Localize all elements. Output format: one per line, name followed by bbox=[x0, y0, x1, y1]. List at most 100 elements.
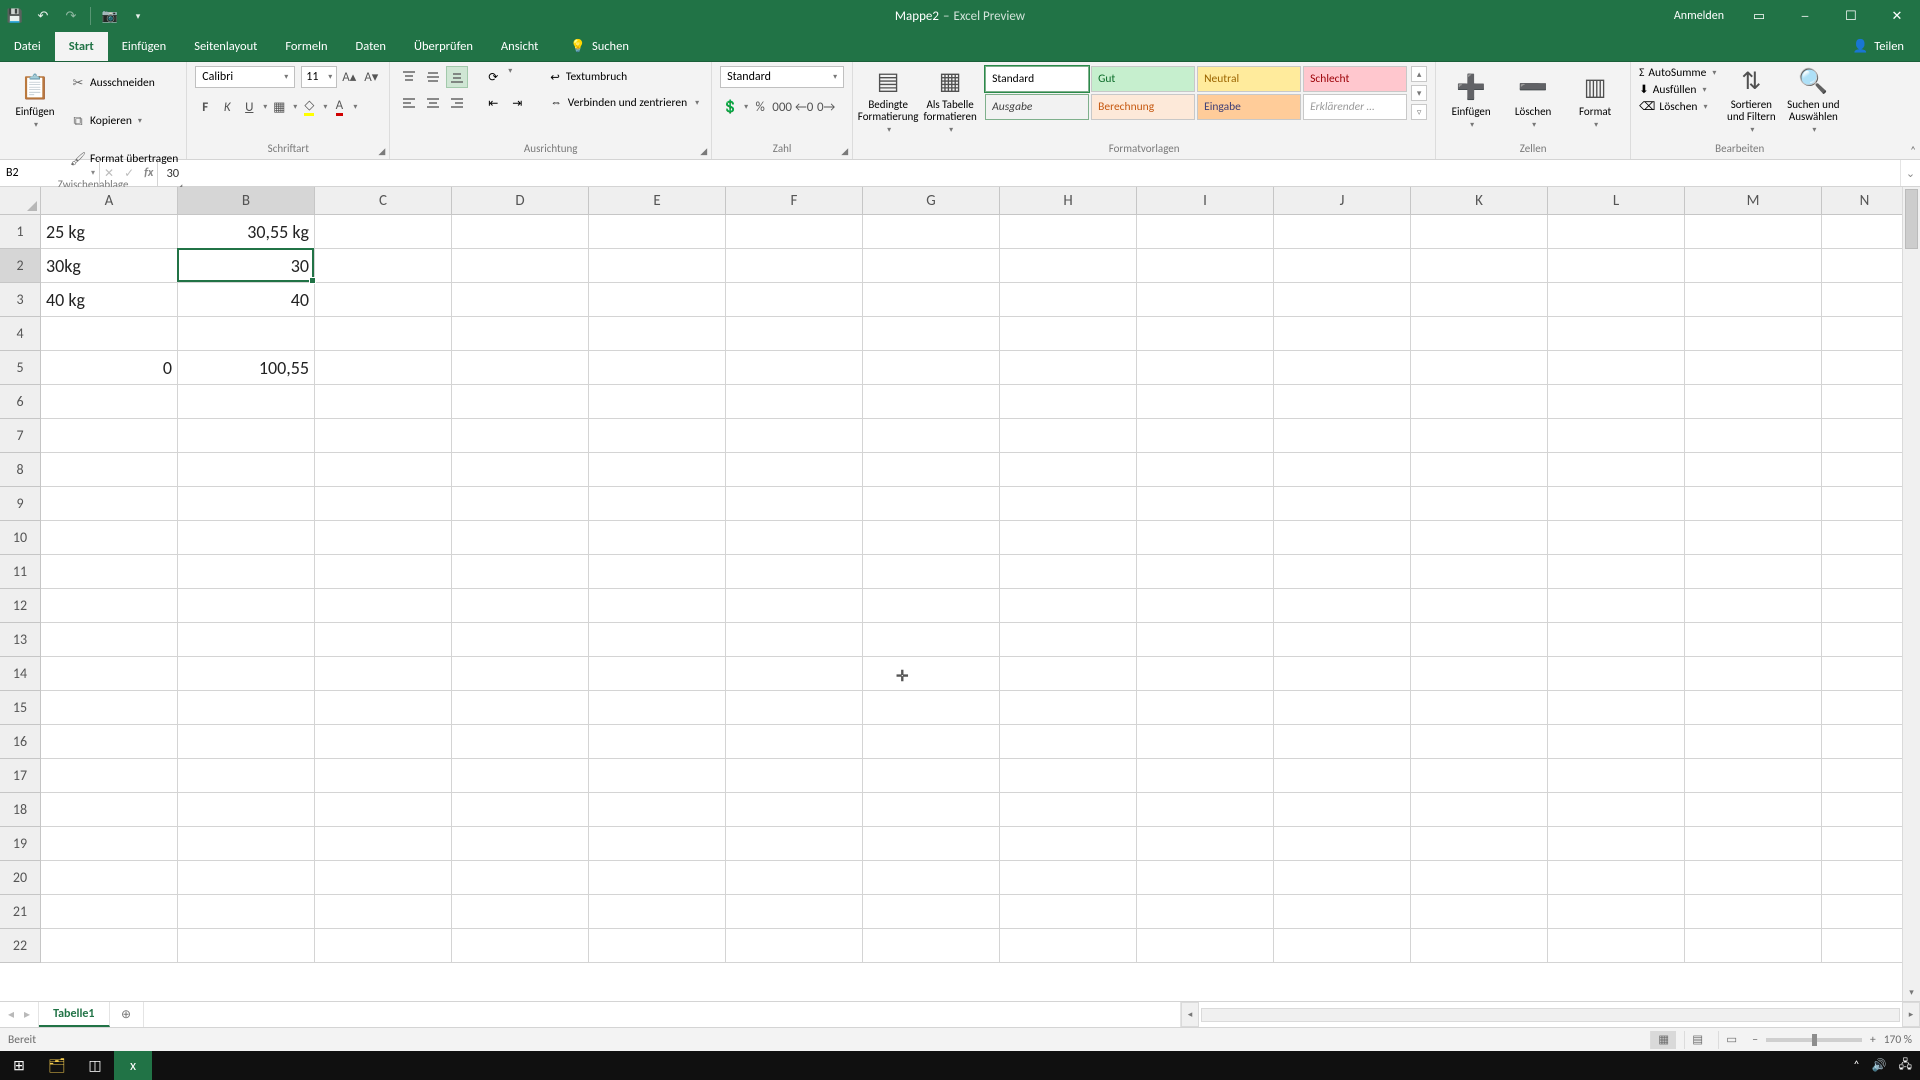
cell[interactable] bbox=[1411, 895, 1548, 929]
cell[interactable] bbox=[1822, 725, 1908, 759]
column-header[interactable]: J bbox=[1274, 187, 1411, 214]
maximize-icon[interactable]: ☐ bbox=[1828, 0, 1874, 32]
cell[interactable] bbox=[1274, 589, 1411, 623]
number-format-combo[interactable]: Standard▾ bbox=[720, 66, 844, 88]
decrease-indent-icon[interactable]: ⇤ bbox=[482, 92, 504, 114]
cell[interactable] bbox=[1822, 385, 1908, 419]
column-header[interactable]: E bbox=[589, 187, 726, 214]
cell[interactable] bbox=[1000, 759, 1137, 793]
cell[interactable] bbox=[1685, 691, 1822, 725]
cell[interactable] bbox=[178, 895, 315, 929]
row-header[interactable]: 15 bbox=[0, 691, 41, 725]
cell[interactable] bbox=[1822, 793, 1908, 827]
cell[interactable] bbox=[1411, 623, 1548, 657]
cell[interactable] bbox=[863, 419, 1000, 453]
cell[interactable] bbox=[1822, 453, 1908, 487]
cut-button[interactable]: ✂Ausschneiden bbox=[70, 66, 178, 100]
cell[interactable] bbox=[726, 419, 863, 453]
cell-style-swatch[interactable]: Gut bbox=[1091, 66, 1195, 92]
tab-insert[interactable]: Einfügen bbox=[108, 32, 180, 61]
cell[interactable] bbox=[1137, 589, 1274, 623]
cell[interactable] bbox=[1685, 351, 1822, 385]
tab-formulas[interactable]: Formeln bbox=[271, 32, 341, 61]
align-middle-icon[interactable] bbox=[422, 66, 444, 88]
cell[interactable] bbox=[178, 453, 315, 487]
cell[interactable] bbox=[1274, 419, 1411, 453]
cell[interactable] bbox=[726, 623, 863, 657]
redo-icon[interactable]: ↷ bbox=[62, 7, 80, 25]
cell[interactable] bbox=[1000, 351, 1137, 385]
cell[interactable] bbox=[1137, 555, 1274, 589]
cell[interactable] bbox=[589, 385, 726, 419]
cell[interactable] bbox=[1000, 895, 1137, 929]
cell[interactable] bbox=[1685, 453, 1822, 487]
cell[interactable] bbox=[1411, 759, 1548, 793]
cell[interactable] bbox=[726, 521, 863, 555]
cell[interactable] bbox=[1137, 317, 1274, 351]
cell[interactable] bbox=[1137, 487, 1274, 521]
start-button[interactable]: ⊞ bbox=[0, 1051, 38, 1080]
cell[interactable] bbox=[315, 725, 452, 759]
cell[interactable] bbox=[863, 623, 1000, 657]
cell[interactable] bbox=[1411, 521, 1548, 555]
column-header[interactable]: M bbox=[1685, 187, 1822, 214]
cell[interactable] bbox=[863, 657, 1000, 691]
cell[interactable] bbox=[863, 487, 1000, 521]
cell[interactable] bbox=[589, 487, 726, 521]
cell[interactable] bbox=[1274, 453, 1411, 487]
cell[interactable] bbox=[1685, 249, 1822, 283]
cell[interactable] bbox=[178, 521, 315, 555]
cell[interactable] bbox=[863, 589, 1000, 623]
cell[interactable] bbox=[452, 793, 589, 827]
cell[interactable] bbox=[863, 929, 1000, 963]
cell-style-swatch[interactable]: Eingabe bbox=[1197, 94, 1301, 120]
cell[interactable] bbox=[726, 249, 863, 283]
cell[interactable] bbox=[452, 555, 589, 589]
cell[interactable] bbox=[1548, 793, 1685, 827]
cell[interactable] bbox=[452, 657, 589, 691]
cell[interactable] bbox=[1137, 861, 1274, 895]
cell[interactable] bbox=[1411, 861, 1548, 895]
cell[interactable] bbox=[178, 589, 315, 623]
cell[interactable] bbox=[589, 351, 726, 385]
cell[interactable] bbox=[452, 827, 589, 861]
cell[interactable] bbox=[1000, 623, 1137, 657]
cell[interactable] bbox=[589, 929, 726, 963]
cell[interactable] bbox=[1548, 521, 1685, 555]
cell[interactable] bbox=[1548, 929, 1685, 963]
cell[interactable] bbox=[1137, 725, 1274, 759]
cell[interactable] bbox=[726, 861, 863, 895]
cell[interactable] bbox=[1411, 555, 1548, 589]
cell-styles-gallery[interactable]: StandardGutNeutralSchlechtAusgabeBerechn… bbox=[985, 66, 1407, 120]
sheet-tab-1[interactable]: Tabelle1 bbox=[39, 1002, 109, 1027]
cell[interactable] bbox=[1822, 555, 1908, 589]
cell[interactable] bbox=[315, 555, 452, 589]
comma-format-icon[interactable]: 000 bbox=[772, 96, 792, 118]
cell[interactable] bbox=[178, 793, 315, 827]
cell[interactable] bbox=[1137, 895, 1274, 929]
cell[interactable] bbox=[726, 657, 863, 691]
merge-center-button[interactable]: ⇔Verbinden und zentrieren▾ bbox=[546, 92, 703, 114]
minimize-icon[interactable]: ─ bbox=[1782, 0, 1828, 32]
increase-font-icon[interactable]: A▴ bbox=[339, 66, 359, 88]
cell[interactable] bbox=[41, 385, 178, 419]
cell[interactable] bbox=[1137, 827, 1274, 861]
cell[interactable] bbox=[589, 623, 726, 657]
cell[interactable] bbox=[726, 317, 863, 351]
row-header[interactable]: 3 bbox=[0, 283, 41, 317]
cell[interactable] bbox=[1548, 317, 1685, 351]
cell[interactable] bbox=[41, 623, 178, 657]
cell[interactable] bbox=[589, 215, 726, 249]
cell[interactable] bbox=[1274, 351, 1411, 385]
cell[interactable] bbox=[178, 555, 315, 589]
cell[interactable] bbox=[315, 895, 452, 929]
tray-chevron-icon[interactable]: ˄ bbox=[1853, 1059, 1859, 1073]
cell[interactable] bbox=[1548, 623, 1685, 657]
cell[interactable] bbox=[726, 759, 863, 793]
cell[interactable] bbox=[315, 283, 452, 317]
file-explorer-icon[interactable]: 🗂 bbox=[38, 1051, 76, 1080]
row-header[interactable]: 2 bbox=[0, 249, 41, 283]
cell[interactable] bbox=[726, 555, 863, 589]
italic-button[interactable]: K bbox=[217, 96, 237, 118]
cell[interactable] bbox=[863, 521, 1000, 555]
